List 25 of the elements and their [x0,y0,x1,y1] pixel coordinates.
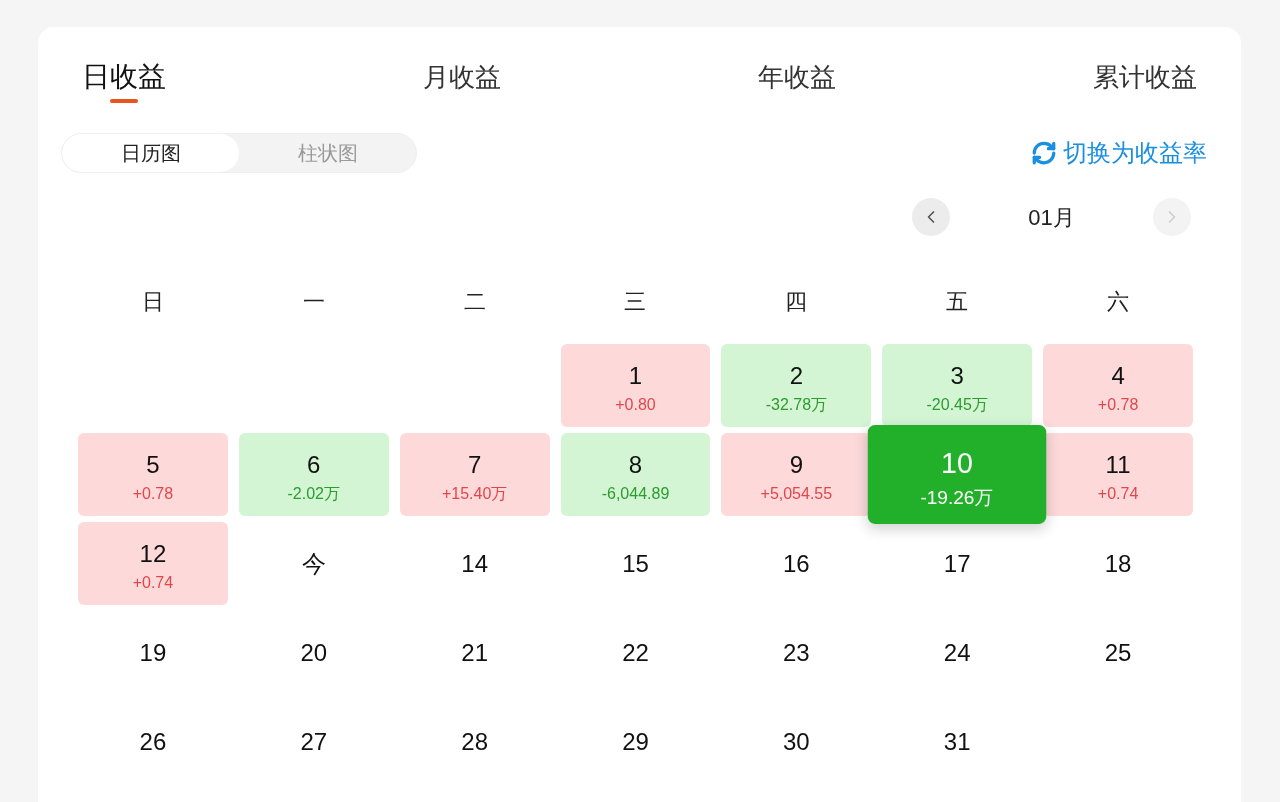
weekday-label: 六 [1107,287,1130,316]
tab[interactable]: 累计收益 [1093,57,1197,97]
weekday-label: 日 [141,287,164,316]
tab-underline [110,99,138,103]
tab[interactable]: 日收益 [82,57,166,103]
day-cell[interactable]: 5 +0.78 [78,433,228,516]
day-cell[interactable]: 12 +0.74 [78,522,228,605]
refresh-icon [1031,140,1057,166]
weekday-label: 五 [946,287,969,316]
weekday-label: 三 [624,287,647,316]
view-switch-option[interactable]: 日历图 [62,134,239,172]
day-cell[interactable]: 7 +15.40万 [399,433,550,516]
weekday-label: 一 [302,287,325,316]
day-cell[interactable]: 3 -20.45万 [882,344,1033,427]
month-label: 01月 [1027,203,1076,232]
day-cell[interactable]: 4 +0.78 [1043,344,1193,427]
weekday-label: 二 [463,287,486,316]
prev-month-button[interactable] [912,198,950,236]
day-cell[interactable]: 8 -6,044.89 [560,433,711,516]
day-cell[interactable]: 2 -32.78万 [721,344,872,427]
tab[interactable]: 月收益 [423,57,501,97]
tab[interactable]: 年收益 [758,57,836,97]
day-cell[interactable]: 1 +0.80 [560,344,711,427]
day-cell[interactable]: 6 -2.02万 [238,433,389,516]
weekday-label: 四 [785,287,808,316]
